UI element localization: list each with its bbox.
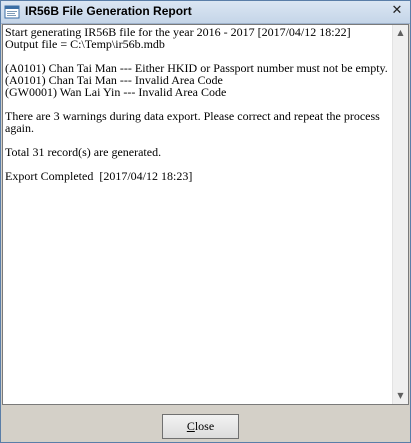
app-window-icon [4,5,20,19]
close-button-mnemonic: C [186,419,195,433]
vertical-scrollbar[interactable]: ▲ ▼ [392,25,408,404]
report-line: Total 31 record(s) are generated. [5,145,162,159]
title-bar[interactable]: IR56B File Generation Report ✕ [1,1,410,24]
button-panel: Close [1,406,410,442]
report-window: IR56B File Generation Report ✕ Start gen… [0,0,411,443]
report-line: (GW0001) Wan Lai Yin --- Invalid Area Co… [5,85,227,99]
report-line: There are 3 warnings during data export.… [5,109,380,123]
report-line: Export Completed [2017/04/12 18:23] [5,169,193,183]
scroll-down-icon[interactable]: ▼ [393,388,408,404]
report-line: Output file = C:\Temp\ir56b.mdb [5,37,165,51]
close-icon[interactable]: ✕ [390,4,404,18]
close-button[interactable]: Close [162,414,239,439]
report-log: Start generating IR56B file for the year… [5,26,390,182]
report-line: again. [5,121,34,135]
close-button-label: lose [194,419,215,433]
window-title: IR56B File Generation Report [25,4,192,18]
report-textarea[interactable]: Start generating IR56B file for the year… [2,24,409,405]
scroll-up-icon[interactable]: ▲ [393,25,408,41]
